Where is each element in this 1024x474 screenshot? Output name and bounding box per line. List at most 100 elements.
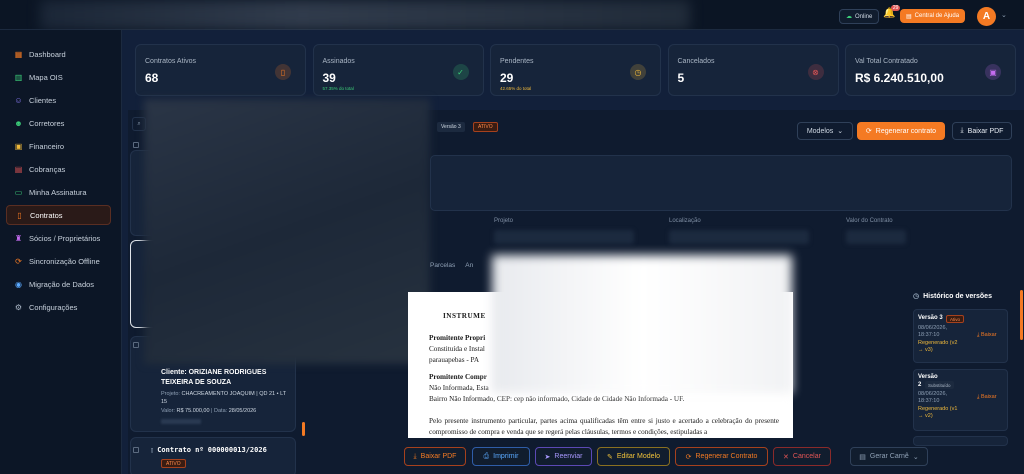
download-version-button[interactable]: ⤓ Baixar [977, 394, 997, 401]
document-icon: ▯ [275, 64, 291, 80]
history-scrollbar[interactable] [1020, 290, 1023, 340]
sidebar-item-label: Clientes [29, 95, 57, 105]
project-label: Projeto [494, 218, 514, 224]
history-icon: ◷ [913, 293, 920, 300]
stat-label: Assinados [322, 58, 355, 65]
download-icon: ⤓ [960, 127, 964, 134]
map-icon: ▥ [14, 72, 23, 82]
stat-card: Cancelados 5 ⊗ [667, 44, 839, 96]
generate-booklet-button[interactable]: ▤ Gerar Carnê ⌄ [850, 447, 928, 466]
sidebar-item-label: Sincronização Offline [29, 256, 100, 266]
location-value-blurred [669, 230, 809, 244]
version-tag: Versão 3 [437, 122, 465, 132]
cancel-button[interactable]: ✕ Cancelar [773, 447, 831, 466]
help-center-button[interactable]: ▤ Central de Ajuda [900, 9, 966, 23]
version-date: 08/06/2026, 18:37:10 [918, 391, 948, 404]
download-pdf-button[interactable]: ⤓ Baixar PDF [952, 122, 1012, 140]
sidebar-item-label: Financeiro [29, 141, 65, 151]
online-status-button[interactable]: ☁ Online [839, 9, 880, 24]
sidebar-item-label: Cobranças [29, 164, 66, 174]
sidebar-item-label: Minha Assinatura [29, 187, 87, 197]
send-icon: ➤ [544, 453, 551, 461]
wallet-icon: ▣ [14, 141, 23, 151]
sidebar-item-label: Dashboard [29, 49, 66, 59]
stat-value: 39 [322, 71, 336, 85]
download-pdf-button[interactable]: ⤓ Baixar PDF [404, 447, 466, 466]
sidebar-item-configura-es[interactable]: ⚙ Configurações [6, 297, 111, 317]
version-card[interactable] [913, 436, 1008, 446]
version-history-title: ◷ Histórico de versões [913, 292, 992, 301]
sidebar-item-label: Migração de Dados [29, 279, 95, 289]
location-label: Localização [669, 218, 701, 224]
contract-info-box [430, 155, 1012, 211]
blurred-region [492, 255, 792, 393]
sidebar-item-contratos[interactable]: ▯ Contratos [6, 205, 111, 225]
chevron-down-icon[interactable]: ⌄ [1001, 11, 1007, 19]
users-icon: ☺ [14, 95, 23, 105]
status-badge: ATIVO [161, 459, 186, 468]
billing-icon: ▤ [14, 164, 23, 174]
booklet-icon: ▤ [859, 453, 866, 461]
gear-icon: ⚙ [14, 302, 23, 312]
card-icon: ▭ [14, 187, 23, 197]
stat-value: 29 [500, 71, 514, 85]
stat-label: Val Total Contratado [855, 58, 918, 65]
select-all-checkbox[interactable] [133, 142, 139, 148]
stat-label: Cancelados [677, 58, 715, 65]
sidebar-item-dashboard[interactable]: ▦ Dashboard [6, 44, 111, 64]
wallet-icon: ▣ [985, 64, 1001, 80]
sidebar-item-label: Sócios / Proprietários [29, 233, 101, 243]
stat-card: Contratos Ativos 68 ▯ [135, 44, 306, 96]
clock-icon: ◷ [630, 64, 646, 80]
stat-card: Assinados 39 57.35% do total ✓ [312, 44, 484, 96]
status-badge: ATIVO [473, 122, 498, 132]
avatar[interactable]: A [977, 7, 996, 26]
list-scrollbar[interactable] [302, 422, 305, 436]
sidebar-item-clientes[interactable]: ☺ Clientes [6, 90, 111, 110]
tab-an[interactable]: An [465, 262, 473, 269]
notification-count: 29 [890, 5, 901, 11]
row-checkbox[interactable] [133, 447, 139, 453]
tab-parcelas[interactable]: Parcelas [430, 262, 455, 269]
notifications-button[interactable]: 🔔 29 [883, 5, 901, 19]
download-icon: ⤓ [413, 452, 417, 460]
sidebar-item-corretores[interactable]: ☻ Corretores [6, 113, 111, 133]
regenerate-contract-button[interactable]: ⟳ Regenerar Contrato [675, 447, 768, 466]
models-dropdown[interactable]: Modelos ⌄ [797, 122, 853, 140]
sidebar-item-cobran-as[interactable]: ▤ Cobranças [6, 159, 111, 179]
chevron-down-icon: ⌄ [912, 453, 919, 461]
sidebar-item-sincroniza-o-offline[interactable]: ⟳ Sincronização Offline [6, 251, 111, 271]
sidebar-item-mapa-ois[interactable]: ▥ Mapa OIS [6, 67, 111, 87]
sidebar-item-label: Corretores [29, 118, 65, 128]
version-regen-note: Regenerado (v2 → v3) [918, 340, 958, 353]
project-value-blurred [494, 230, 634, 244]
stat-card: Pendentes 29 42.65% do total ◷ [490, 44, 661, 96]
contract-number: ▯ Contrato nº 000000013/2026 [150, 446, 267, 454]
status-badge: Substituído [925, 381, 954, 389]
check-icon: ✓ [452, 64, 469, 80]
print-button[interactable]: ⎙ Imprimir [472, 447, 530, 466]
regenerate-contract-button[interactable]: ⟳ Regenerar contrato [857, 122, 945, 140]
status-badge: Ativo [946, 315, 965, 323]
list-item[interactable] [130, 437, 296, 474]
client-name: Cliente: ORIZIANE RODRIGUES TEIXEIRA DE … [161, 369, 267, 386]
database-icon: ◉ [15, 279, 22, 289]
sidebar-item-s-cios-propriet-rios[interactable]: ♜ Sócios / Proprietários [6, 228, 111, 248]
stat-value: R$ 6.240.510,00 [855, 71, 944, 85]
row-checkbox[interactable] [133, 342, 139, 348]
download-version-button[interactable]: ⤓ Baixar [977, 332, 997, 339]
edit-template-button[interactable]: ✎ Editar Modelo [597, 447, 670, 466]
dashboard-icon: ▦ [14, 49, 23, 59]
version-regen-note: Regenerado (v1 → v2) [918, 406, 958, 419]
document-icon: ▯ [150, 446, 155, 454]
help-book-icon: ▤ [906, 13, 912, 20]
sidebar-item-label: Mapa OIS [29, 72, 63, 82]
sidebar-item-label: Contratos [30, 210, 63, 220]
doc-line: Bairro Não Informado, CEP: cep não infor… [429, 395, 685, 403]
stat-subtext: 57.35% do total [322, 86, 354, 91]
download-icon: ⤓ [977, 394, 980, 400]
sidebar-item-minha-assinatura[interactable]: ▭ Minha Assinatura [6, 182, 111, 202]
resend-button[interactable]: ➤ Reenviar [535, 447, 592, 466]
sidebar-item-migra-o-de-dados[interactable]: ◉ Migração de Dados [6, 274, 111, 294]
sidebar-item-financeiro[interactable]: ▣ Financeiro [6, 136, 111, 156]
